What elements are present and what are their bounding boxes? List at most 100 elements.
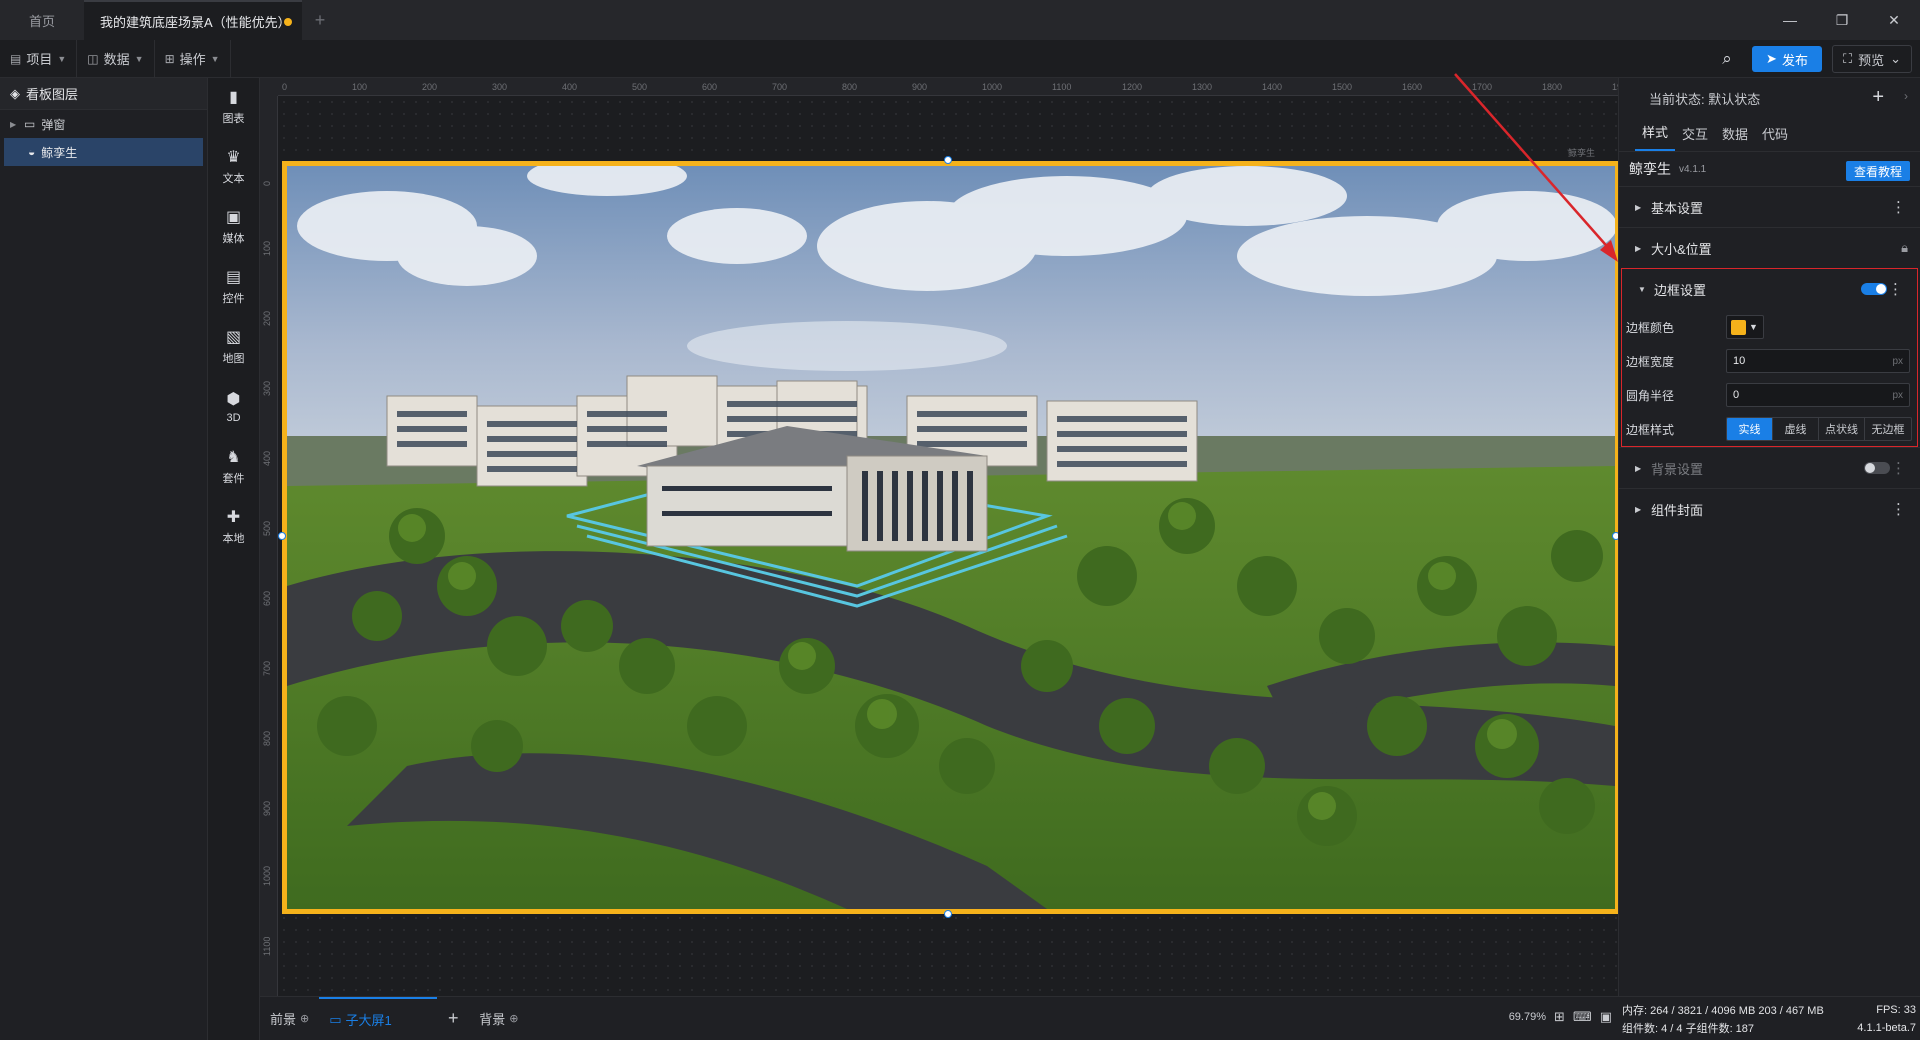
chevron-down-icon[interactable]: ⌄ xyxy=(1890,51,1901,67)
layer-item-popup[interactable]: ▶ ▭ 弹窗 xyxy=(0,110,207,138)
sub-screen-tab[interactable]: ▭ 子大屏1 xyxy=(319,996,438,1040)
more-vertical-icon[interactable]: ⋮ xyxy=(1888,280,1903,298)
keyboard-icon[interactable]: ⌨ xyxy=(1573,1009,1592,1025)
database-icon: ◫ xyxy=(87,51,99,66)
ruler-tick-label: 400 xyxy=(262,450,272,466)
section-basic-settings[interactable]: ▶ 基本设置 ⋮ xyxy=(1619,186,1920,227)
style-dashed-option[interactable]: 虚线 xyxy=(1773,418,1819,440)
menu-project[interactable]: ▤ 项目 ▼ xyxy=(0,39,78,78)
border-toggle[interactable] xyxy=(1861,283,1887,295)
style-none-option[interactable]: 无边框 xyxy=(1865,418,1911,440)
canvas-bottom-bar: 前景 ⊕ ▭ 子大屏1 + 背景 ⊕ 69.79% ⊞ ⌨ ▣ xyxy=(260,996,1618,1040)
border-color-picker[interactable]: ▼ xyxy=(1726,315,1764,339)
layer-item-label: 鲸孪生 xyxy=(41,145,78,160)
add-screen-button[interactable]: + xyxy=(437,1008,469,1029)
tab-code[interactable]: 代码 xyxy=(1755,124,1795,151)
layers-icon: ◈ xyxy=(10,85,20,101)
preview-button[interactable]: ⛶ 预览 ⌄ xyxy=(1831,45,1912,73)
corner-radius-input[interactable]: 0 px xyxy=(1726,383,1910,407)
publish-button[interactable]: ➤ 发布 xyxy=(1752,46,1822,72)
component-text[interactable]: ♛ 文本 xyxy=(208,138,259,198)
border-style-row: 边框样式 实线 虚线 点状线 无边框 xyxy=(1622,412,1917,446)
ruler-tick-label: 0 xyxy=(282,82,288,92)
unit-label: px xyxy=(1892,389,1903,401)
vertical-ruler[interactable]: 0 100 200 300 400 500 600 700 800 900 1000 1100 xyxy=(260,96,278,996)
ruler-tick-label: 700 xyxy=(772,82,788,92)
resize-handle-top[interactable] xyxy=(944,156,952,164)
terminal-icon[interactable]: ▣ xyxy=(1600,1009,1612,1025)
component-version: v4.1.1 xyxy=(1679,163,1707,175)
component-name: 鲸孪生 xyxy=(1629,161,1671,177)
menu-operation[interactable]: ⊞ 操作 ▼ xyxy=(155,39,231,78)
add-circle-icon[interactable]: ⊕ xyxy=(300,1012,309,1025)
section-background-settings[interactable]: ▶ 背景设置 ⋮ xyxy=(1619,447,1920,488)
ruler-tick-label: 1600 xyxy=(1402,82,1423,92)
section-label: 组件封面 xyxy=(1651,502,1704,518)
horizontal-ruler[interactable]: 0 100 200 300 400 500 600 700 800 900 1000 1100 1200… xyxy=(278,78,1618,96)
background-tab[interactable]: 背景 ⊕ xyxy=(469,997,528,1040)
caret-down-icon: ▼ xyxy=(1749,322,1758,332)
component-media[interactable]: ▣ 媒体 xyxy=(208,198,259,258)
chevron-down-icon: ▼ xyxy=(134,53,144,64)
view-tutorial-button[interactable]: 查看教程 xyxy=(1845,161,1910,181)
foreground-tab[interactable]: 前景 ⊕ xyxy=(260,997,319,1040)
ruler-tick-label: 1200 xyxy=(1122,82,1143,92)
bar-chart-icon: ▮ xyxy=(229,89,238,106)
expand-triangle-icon[interactable]: ▶ xyxy=(10,120,18,129)
background-toggle[interactable] xyxy=(1864,462,1890,474)
tab-project[interactable]: 我的建筑底座场景A（性能优先） xyxy=(84,0,302,40)
more-vertical-icon[interactable]: ⋮ xyxy=(1891,198,1906,216)
layer-item-whale-twin[interactable]: ◒ 鲸孪生 xyxy=(4,138,203,166)
chevron-right-icon[interactable]: › xyxy=(1904,89,1908,103)
restore-icon[interactable]: ❐ xyxy=(1816,0,1868,40)
style-dotted-option[interactable]: 点状线 xyxy=(1819,418,1865,440)
component-suite[interactable]: ♞ 套件 xyxy=(208,438,259,498)
corner-radius-label: 圆角半径 xyxy=(1626,388,1675,403)
zoom-level[interactable]: 69.79% xyxy=(1509,1011,1546,1023)
border-width-label: 边框宽度 xyxy=(1626,354,1675,369)
section-border-settings[interactable]: ▼ 边框设置 ⋮ xyxy=(1622,269,1917,310)
style-solid-option[interactable]: 实线 xyxy=(1727,418,1773,440)
ruler-tick-label: 1000 xyxy=(262,865,272,886)
border-width-input[interactable]: 10 px xyxy=(1726,349,1910,373)
minimize-icon[interactable]: — xyxy=(1764,0,1816,40)
add-state-icon[interactable]: + xyxy=(1872,86,1884,109)
more-vertical-icon[interactable]: ⋮ xyxy=(1891,459,1906,477)
layer-panel: ◈ 看板图层 ▶ ▭ 弹窗 ◒ 鲸孪生 xyxy=(0,78,208,1040)
component-local[interactable]: ✚ 本地 xyxy=(208,498,259,558)
menu-data[interactable]: ◫ 数据 ▼ xyxy=(77,39,155,78)
component-label: 本地 xyxy=(222,533,245,545)
monitor-icon: ▭ xyxy=(329,1011,342,1027)
resize-handle-bottom[interactable] xyxy=(944,910,952,918)
border-style-label: 边框样式 xyxy=(1626,422,1675,437)
foreground-label: 前景 xyxy=(270,1012,297,1027)
component-map[interactable]: ▧ 地图 xyxy=(208,318,259,378)
ruler-tick-label: 1100 xyxy=(262,936,272,956)
status-bar: 内存: 264 / 3821 / 4096 MB 203 / 467 MB FP… xyxy=(1618,996,1920,1040)
lock-icon[interactable]: 🔒︎ xyxy=(1901,240,1908,256)
ruler-tick-label: 500 xyxy=(262,520,272,536)
menu-data-label: 数据 xyxy=(103,52,130,67)
tab-style[interactable]: 样式 xyxy=(1635,122,1676,151)
resize-handle-left[interactable] xyxy=(278,532,286,540)
close-icon[interactable]: ✕ xyxy=(1868,0,1920,40)
fit-screen-icon[interactable]: ⊞ xyxy=(1554,1009,1565,1025)
ruler-tick-label: 200 xyxy=(262,310,272,326)
main-toolbar: ▤ 项目 ▼ ◫ 数据 ▼ ⊞ 操作 ▼ ⌕ ➤ 发布 ⛶ 预览 ⌄ xyxy=(0,39,1920,78)
section-size-position[interactable]: ▶ 大小&位置 🔒︎ xyxy=(1619,227,1920,268)
component-3d[interactable]: ⬢ 3D xyxy=(208,378,259,438)
add-circle-icon[interactable]: ⊕ xyxy=(509,1012,518,1025)
whale-twin-component[interactable] xyxy=(282,161,1620,914)
more-vertical-icon[interactable]: ⋮ xyxy=(1891,500,1906,518)
component-chart[interactable]: ▮ 图表 xyxy=(208,78,259,138)
new-tab-button[interactable]: + xyxy=(302,0,338,40)
tab-home[interactable]: 首页 xyxy=(0,0,84,40)
menu-operation-label: 操作 xyxy=(179,52,206,67)
tab-interaction[interactable]: 交互 xyxy=(1675,124,1715,151)
component-widget[interactable]: ▤ 控件 xyxy=(208,258,259,318)
section-component-cover[interactable]: ▶ 组件封面 ⋮ xyxy=(1619,488,1920,529)
section-label: 边框设置 xyxy=(1654,283,1707,298)
border-settings-highlight: ▼ 边框设置 ⋮ 边框颜色 ▼ 边框宽度 10 px 圆角半径 0 px 边框样… xyxy=(1621,268,1918,447)
search-icon[interactable]: ⌕ xyxy=(1712,45,1742,73)
tab-data[interactable]: 数据 xyxy=(1715,124,1755,151)
